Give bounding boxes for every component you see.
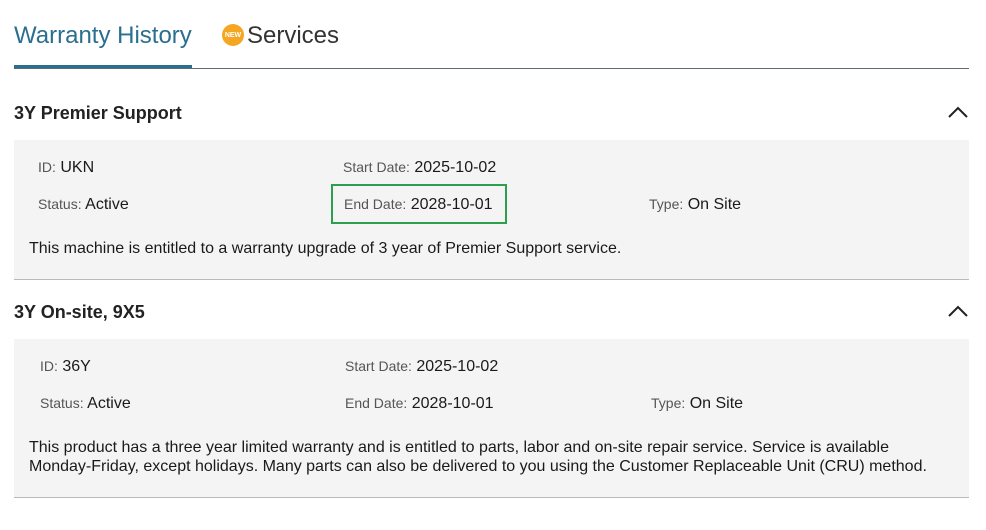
warranty-id-label: ID: xyxy=(40,358,58,374)
status-value: Active xyxy=(85,196,129,213)
end-date-label: End Date: xyxy=(344,196,407,212)
warranty-description: This machine is entitled to a warranty u… xyxy=(29,240,622,257)
warranty-details-panel: ID: 36Y Start Date: 2025-10-02 Status: A… xyxy=(14,339,969,498)
start-date-label: Start Date: xyxy=(345,358,412,374)
end-date-label: End Date: xyxy=(345,395,408,411)
warranty-id-value: UKN xyxy=(60,159,95,176)
end-date-value: 2028-10-01 xyxy=(410,196,493,213)
type-value: On Site xyxy=(687,196,742,213)
warranty-end-date: End Date: 2028-10-01 xyxy=(344,196,493,214)
tab-warranty-history[interactable]: Warranty History xyxy=(14,22,192,68)
warranty-id: ID: 36Y xyxy=(40,358,91,376)
status-label: Status: xyxy=(40,395,84,411)
warranty-id: ID: UKN xyxy=(38,159,94,177)
end-date-value: 2028-10-01 xyxy=(411,395,494,412)
chevron-up-icon[interactable] xyxy=(947,302,969,322)
start-date-label: Start Date: xyxy=(343,159,410,175)
warranty-id-label: ID: xyxy=(38,159,56,175)
warranty-title: 3Y On-site, 9X5 xyxy=(14,302,145,322)
chevron-up-icon[interactable] xyxy=(947,103,969,123)
type-label: Type: xyxy=(651,395,686,411)
tab-services-label: Services xyxy=(247,22,340,49)
tab-services[interactable]: NEW Services xyxy=(222,22,340,50)
warranty-description: This product has a three year limited wa… xyxy=(29,439,927,475)
warranty-status: Status: Active xyxy=(38,196,129,214)
warranty-status: Status: Active xyxy=(40,395,131,413)
type-value: On Site xyxy=(689,395,744,412)
warranty-section-header[interactable]: 3Y On-site, 9X5 xyxy=(14,302,969,332)
warranty-end-date: End Date: 2028-10-01 xyxy=(345,395,494,413)
tab-bar: Warranty History NEW Services xyxy=(14,0,969,69)
status-label: Status: xyxy=(38,196,82,212)
start-date-value: 2025-10-02 xyxy=(416,358,499,375)
warranty-section-header[interactable]: 3Y Premier Support xyxy=(14,103,969,133)
type-label: Type: xyxy=(649,196,684,212)
warranty-details-panel: ID: UKN Start Date: 2025-10-02 Status: A… xyxy=(14,140,969,280)
warranty-title: 3Y Premier Support xyxy=(14,103,182,123)
warranty-start-date: Start Date: 2025-10-02 xyxy=(345,358,498,376)
warranty-id-value: 36Y xyxy=(62,358,91,375)
status-value: Active xyxy=(87,395,131,412)
warranty-type: Type: On Site xyxy=(649,196,741,214)
warranty-start-date: Start Date: 2025-10-02 xyxy=(343,159,496,177)
new-badge-icon: NEW xyxy=(222,24,244,46)
warranty-type: Type: On Site xyxy=(651,395,743,413)
start-date-value: 2025-10-02 xyxy=(414,159,497,176)
